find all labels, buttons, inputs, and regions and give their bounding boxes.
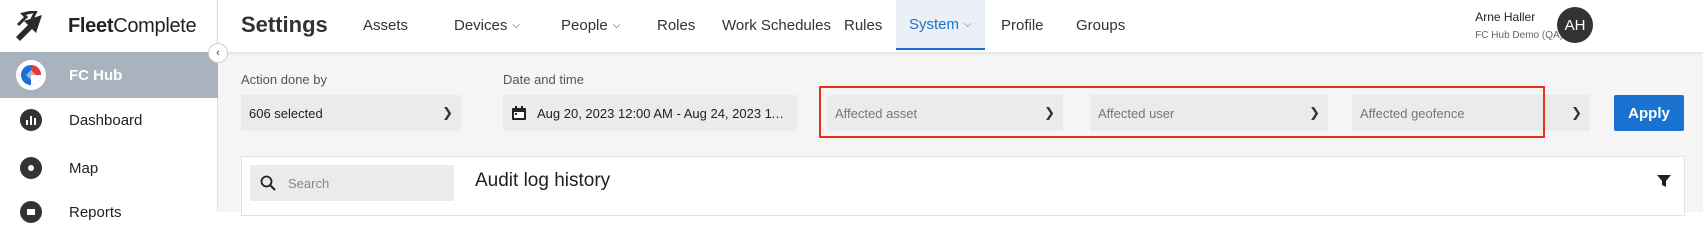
tab-roles[interactable]: Roles [644, 0, 708, 50]
tab-label: Devices [454, 16, 508, 34]
tab-label: Roles [657, 16, 696, 34]
brand-logo[interactable]: FleetComplete [14, 8, 197, 44]
search-input[interactable] [288, 175, 448, 191]
date-time-field[interactable]: Aug 20, 2023 12:00 AM - Aug 24, 2023 11:… [503, 95, 797, 131]
fleetcomplete-logo-icon [16, 11, 42, 41]
user-info[interactable]: Arne Haller FC Hub Demo (QA) [1475, 10, 1563, 41]
tab-label: Groups [1076, 16, 1126, 34]
tab-label: People [561, 16, 608, 34]
sidebar-item-label: FC Hub [69, 66, 123, 84]
avatar[interactable]: AH [1557, 7, 1593, 43]
tab-label: Work Schedules [722, 16, 831, 34]
main-content: Action done by 606 selected ❯ Date and t… [218, 52, 1703, 216]
fc-hub-icon [16, 60, 46, 90]
user-name: Arne Haller [1475, 10, 1536, 24]
chevron-right-icon: ❯ [1571, 105, 1582, 120]
sidebar-item-reports[interactable]: Reports [0, 190, 218, 234]
sidebar-item-fc-hub[interactable]: FC Hub [0, 52, 218, 98]
chevron-right-icon: ❯ [442, 105, 453, 120]
tab-rules[interactable]: Rules [831, 0, 895, 50]
top-bar: Settings Assets Devices ⌵ People ⌵ Roles W… [218, 0, 1703, 52]
page-title: Settings [241, 12, 328, 37]
sidebar-item-label: Dashboard [69, 111, 143, 129]
reports-icon [20, 201, 42, 223]
sidebar-item-map[interactable]: Map [0, 146, 218, 190]
tab-work-schedules[interactable]: Work Schedules [709, 0, 844, 50]
sidebar-item-label: Reports [69, 203, 122, 221]
tab-assets[interactable]: Assets [350, 0, 421, 50]
action-done-by-label: Action done by [241, 72, 328, 87]
sidebar-item-label: Map [69, 159, 99, 177]
tab-label: Profile [1001, 16, 1044, 34]
brand-name: FleetComplete [68, 14, 197, 37]
audit-log-title: Audit log history [475, 170, 611, 191]
chevron-down-icon: ⌵ [612, 19, 621, 31]
tab-profile[interactable]: Profile [988, 0, 1057, 50]
tab-label: Assets [363, 16, 409, 34]
apply-button[interactable]: Apply [1614, 95, 1684, 131]
dashboard-icon [20, 109, 42, 131]
tab-groups[interactable]: Groups [1063, 0, 1138, 50]
tab-system[interactable]: System ⌵ [896, 0, 985, 50]
audit-log-panel: Audit log history [241, 156, 1685, 216]
highlight-box [819, 86, 1545, 138]
calendar-icon [512, 106, 526, 120]
date-time-label: Date and time [503, 72, 584, 87]
search-box[interactable] [250, 165, 454, 201]
user-organization: FC Hub Demo (QA) [1475, 30, 1563, 41]
chevron-down-icon: ⌵ [964, 18, 972, 30]
action-done-by-value: 606 selected [249, 105, 323, 121]
sidebar-item-dashboard[interactable]: Dashboard [0, 98, 218, 142]
sidebar: FleetComplete FC Hub Dashboard Map Repor… [0, 0, 218, 223]
chevron-left-icon: ‹ [216, 47, 220, 59]
map-pin-icon [20, 157, 42, 179]
collapse-sidebar-button[interactable]: ‹ [208, 43, 228, 63]
filter-icon[interactable] [1656, 173, 1672, 189]
action-done-by-field[interactable]: 606 selected ❯ [241, 95, 461, 131]
date-time-value: Aug 20, 2023 12:00 AM - Aug 24, 2023 11:… [537, 105, 789, 121]
tab-devices[interactable]: Devices ⌵ [441, 0, 533, 50]
chevron-down-icon: ⌵ [512, 19, 520, 31]
search-icon [260, 175, 276, 191]
tab-people[interactable]: People ⌵ [548, 0, 633, 50]
tab-label: System [909, 15, 960, 33]
tab-label: Rules [844, 16, 883, 34]
